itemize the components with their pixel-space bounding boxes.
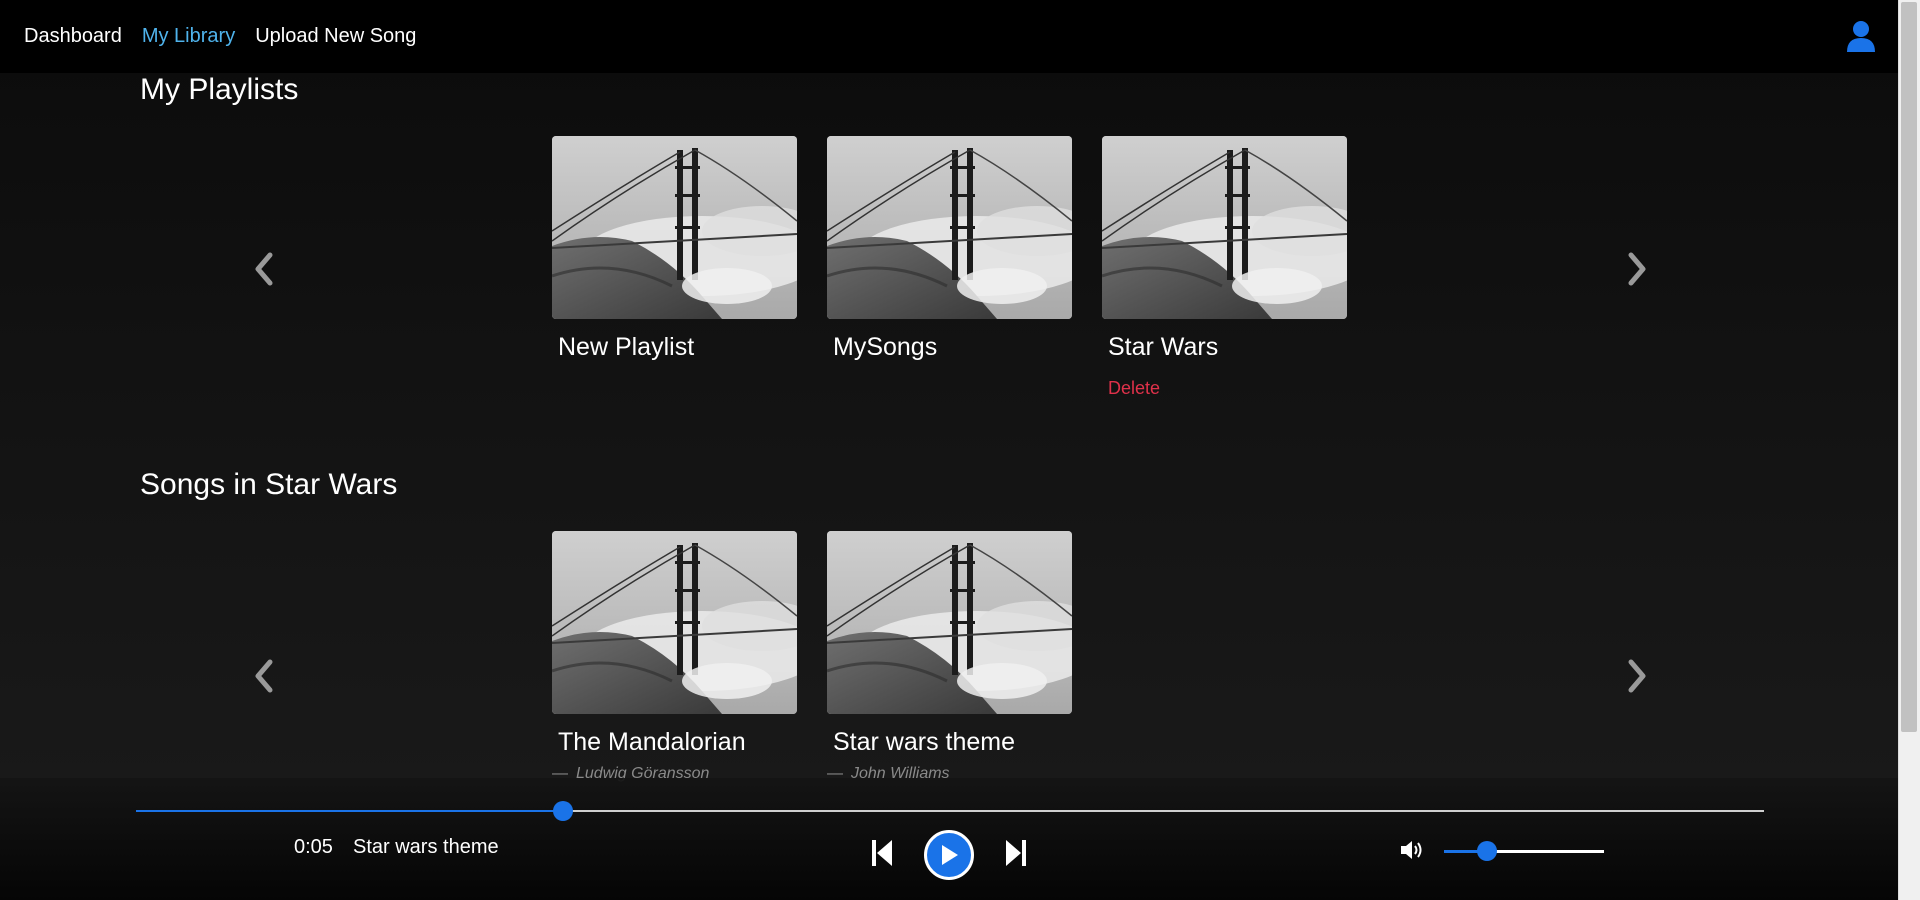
- playlists-prev-arrow-icon[interactable]: [248, 249, 278, 289]
- progress-knob[interactable]: [552, 801, 573, 821]
- playlist-card[interactable]: MySongs: [827, 136, 1072, 399]
- previous-track-icon[interactable]: [871, 839, 893, 867]
- playlist-cover-image: [552, 136, 797, 319]
- volume-knob[interactable]: [1477, 841, 1498, 861]
- playlists-carousel: New Playlist MySongs Star Wars Delete: [552, 136, 1347, 399]
- playlist-card[interactable]: Star Wars Delete: [1102, 136, 1347, 399]
- playlists-next-arrow-icon[interactable]: [1623, 249, 1653, 289]
- songs-heading: Songs in Star Wars: [140, 468, 398, 501]
- next-track-icon[interactable]: [1005, 839, 1027, 867]
- progress-fill: [136, 810, 563, 812]
- playlist-card[interactable]: New Playlist: [552, 136, 797, 399]
- song-cover-image: [552, 531, 797, 714]
- page-scrollbar[interactable]: [1898, 0, 1920, 900]
- volume-slider[interactable]: [1444, 841, 1604, 861]
- elapsed-time: 0:05: [294, 836, 333, 858]
- user-icon[interactable]: [1846, 20, 1876, 52]
- playlists-heading: My Playlists: [140, 73, 299, 106]
- song-title: Star wars theme: [833, 728, 1016, 756]
- song-card[interactable]: The Mandalorian — Ludwig Göransson: [552, 531, 797, 783]
- nav-link-upload-new-song[interactable]: Upload New Song: [255, 25, 416, 48]
- songs-prev-arrow-icon[interactable]: [248, 656, 278, 696]
- delete-playlist-button[interactable]: Delete: [1102, 378, 1160, 399]
- songs-carousel: The Mandalorian — Ludwig Göransson Star w…: [552, 531, 1072, 783]
- playlist-cover-image: [827, 136, 1072, 319]
- play-button[interactable]: [924, 830, 974, 880]
- playlist-cover-image: [1102, 136, 1347, 319]
- play-icon: [942, 845, 958, 865]
- nav-link-dashboard[interactable]: Dashboard: [24, 25, 122, 48]
- top-navbar: Dashboard My Library Upload New Song: [0, 0, 1898, 73]
- playlist-title: MySongs: [833, 333, 938, 361]
- volume-icon[interactable]: [1399, 838, 1425, 862]
- playlist-title: Star Wars: [1108, 333, 1219, 361]
- song-card[interactable]: Star wars theme — John Williams: [827, 531, 1072, 783]
- nav-link-my-library[interactable]: My Library: [142, 25, 235, 48]
- playlist-title: New Playlist: [558, 333, 695, 361]
- scrollbar-thumb[interactable]: [1901, 2, 1917, 732]
- song-title: The Mandalorian: [558, 728, 746, 756]
- player-bar: 0:05 Star wars theme: [0, 778, 1898, 900]
- now-playing-title: Star wars theme: [353, 836, 499, 858]
- songs-next-arrow-icon[interactable]: [1623, 656, 1653, 696]
- song-cover-image: [827, 531, 1072, 714]
- progress-slider[interactable]: [136, 801, 1764, 821]
